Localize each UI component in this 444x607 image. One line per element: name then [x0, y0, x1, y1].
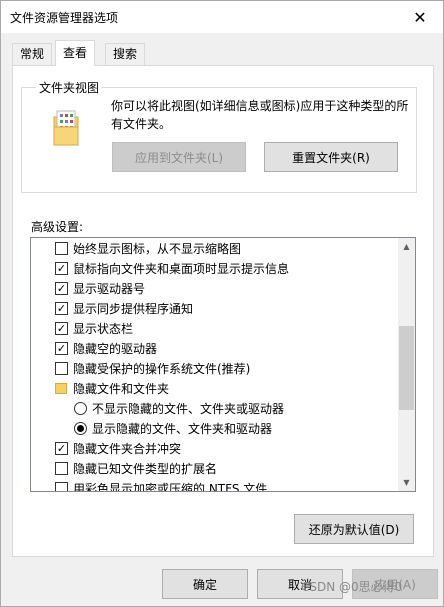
checkbox[interactable]	[55, 361, 68, 375]
radio-button[interactable]	[74, 421, 87, 435]
list-group-header: 隐藏文件和文件夹	[31, 378, 397, 398]
scroll-up-button[interactable]: ▲	[398, 238, 415, 255]
item-label: 隐藏文件夹合并冲突	[73, 441, 182, 456]
item-label: 隐藏已知文件类型的扩展名	[73, 461, 218, 476]
checkbox[interactable]	[55, 461, 68, 475]
checkbox[interactable]	[55, 241, 68, 255]
list-item[interactable]: ✓ 显示同步提供程序通知	[31, 298, 397, 318]
item-label: 显示隐藏的文件、文件夹和驱动器	[92, 421, 273, 436]
reset-folders-button[interactable]: 重置文件夹(R)	[264, 142, 398, 172]
tab-search[interactable]: 搜索	[105, 43, 146, 65]
list-item[interactable]: ✓ 鼠标指向文件夹和桌面项时显示提示信息	[31, 258, 397, 278]
item-label: 不显示隐藏的文件、文件夹或驱动器	[92, 401, 285, 416]
button-label: 重置文件夹(R)	[292, 150, 370, 165]
folder-icon	[55, 382, 67, 394]
radio-selected-dot	[77, 424, 84, 432]
scroll-down-button[interactable]: ▼	[398, 474, 415, 491]
item-label: 隐藏受保护的操作系统文件(推荐)	[73, 361, 251, 376]
folder-options-dialog: 文件资源管理器选项 ✕ 常规 查看 搜索 文件夹视图 你可以将此视图(如详细信息…	[0, 0, 444, 607]
ok-button[interactable]: 确定	[162, 569, 248, 599]
checkbox[interactable]: ✓	[55, 261, 68, 275]
chevron-up-icon: ▲	[403, 242, 410, 251]
folder-views-description: 你可以将此视图(如详细信息或图标)应用于这种类型的所有文件夹。	[111, 99, 409, 131]
tab-label: 搜索	[113, 47, 138, 61]
restore-defaults-button[interactable]: 还原为默认值(D)	[294, 514, 414, 544]
item-label: 显示状态栏	[73, 321, 134, 336]
list-item[interactable]: 不显示隐藏的文件、文件夹或驱动器	[31, 398, 397, 418]
checkbox[interactable]	[55, 481, 68, 491]
list-item[interactable]: ✓ 显示驱动器号	[31, 278, 397, 298]
list-item[interactable]: 隐藏受保护的操作系统文件(推荐)	[31, 358, 397, 378]
item-label: 显示同步提供程序通知	[73, 301, 194, 316]
tab-view[interactable]: 查看	[55, 40, 96, 66]
item-label: 始终显示图标，从不显示缩略图	[73, 241, 242, 256]
checkbox[interactable]: ✓	[55, 321, 68, 335]
list-item[interactable]: ✓ 显示状态栏	[31, 318, 397, 338]
chevron-down-icon: ▼	[403, 478, 410, 487]
item-label: 隐藏文件和文件夹	[73, 381, 170, 396]
item-label: 显示驱动器号	[73, 281, 146, 296]
checkbox[interactable]: ✓	[55, 341, 68, 355]
checkbox[interactable]: ✓	[55, 441, 68, 455]
list-item[interactable]: ✓ 隐藏文件夹合并冲突	[31, 438, 397, 458]
checkbox[interactable]: ✓	[55, 301, 68, 315]
folder-view-icon	[52, 109, 80, 147]
item-label: 隐藏空的驱动器	[73, 341, 158, 356]
list-item[interactable]: 显示隐藏的文件、文件夹和驱动器	[31, 418, 397, 438]
button-label: 确定	[192, 577, 217, 592]
radio-button[interactable]	[74, 401, 87, 415]
tab-label: 常规	[20, 47, 45, 61]
apply-to-folders-button[interactable]: 应用到文件夹(L)	[112, 142, 246, 172]
button-label: 还原为默认值(D)	[308, 522, 400, 537]
advanced-settings-label: 高级设置:	[31, 220, 84, 234]
item-label: 鼠标指向文件夹和桌面项时显示提示信息	[73, 261, 290, 276]
close-button[interactable]: ✕	[397, 1, 443, 33]
list-item[interactable]: 始终显示图标，从不显示缩略图	[31, 238, 397, 258]
window-title: 文件资源管理器选项	[10, 11, 119, 25]
list-item[interactable]: ✓ 隐藏空的驱动器	[31, 338, 397, 358]
close-icon: ✕	[413, 7, 427, 27]
button-label: 应用到文件夹(L)	[134, 150, 224, 165]
tab-label: 查看	[63, 46, 88, 60]
folder-views-legend: 文件夹视图	[36, 79, 103, 96]
checkbox[interactable]: ✓	[55, 281, 68, 295]
list-item[interactable]: 隐藏已知文件类型的扩展名	[31, 458, 397, 478]
list-item[interactable]: 用彩色显示加密或压缩的 NTFS 文件	[31, 478, 397, 492]
scrollbar-thumb[interactable]	[399, 326, 414, 410]
vertical-scrollbar[interactable]: ▲ ▼	[398, 238, 415, 491]
tab-general[interactable]: 常规	[12, 43, 53, 65]
item-label: 用彩色显示加密或压缩的 NTFS 文件	[73, 481, 268, 492]
watermark: CSDN @0思必得0	[301, 580, 403, 594]
advanced-settings-list[interactable]: 始终显示图标，从不显示缩略图 ✓ 鼠标指向文件夹和桌面项时显示提示信息 ✓ 显示…	[30, 237, 416, 492]
title-bar[interactable]: 文件资源管理器选项 ✕	[1, 1, 443, 33]
